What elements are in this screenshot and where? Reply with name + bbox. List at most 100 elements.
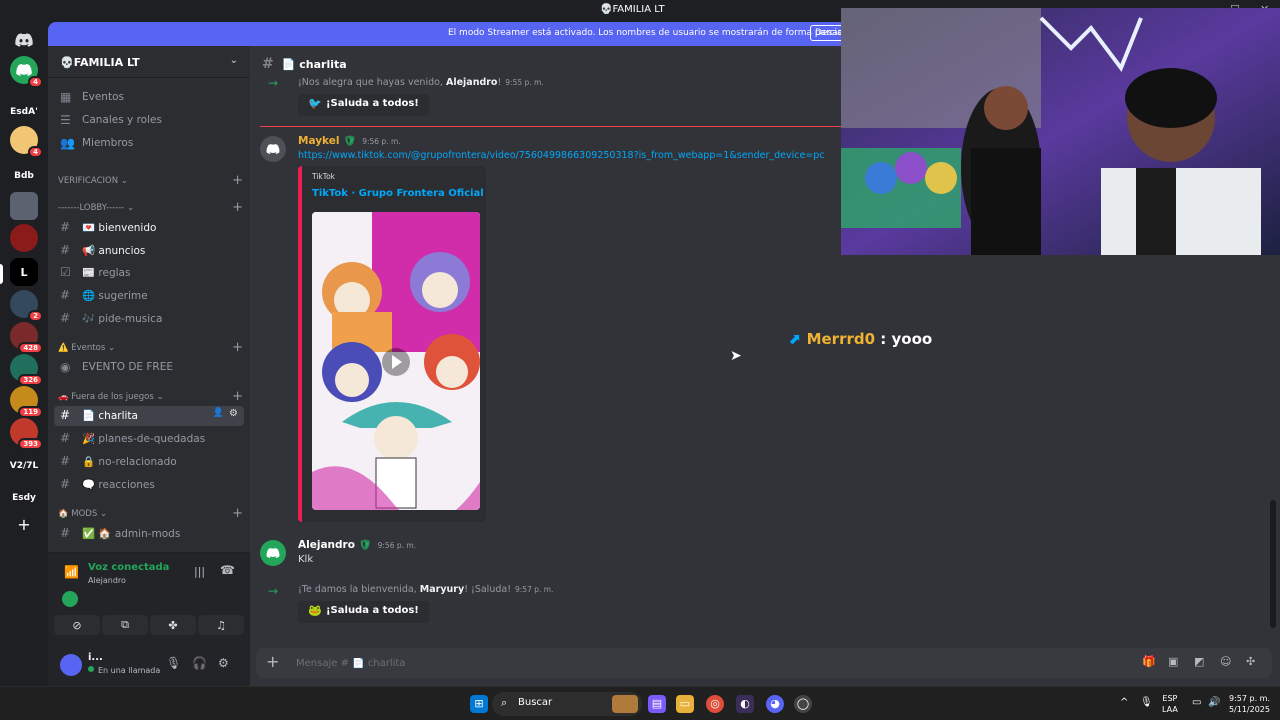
sticker-icon[interactable]: ◩ bbox=[1194, 655, 1204, 668]
server-icon[interactable]: 393 bbox=[10, 418, 43, 450]
channel-reacciones[interactable]: # 🗨️ reacciones bbox=[54, 475, 244, 495]
wave-button[interactable]: 🐸 ¡Saluda a todos! bbox=[298, 601, 429, 623]
settings-icon[interactable]: ⚙ bbox=[229, 408, 238, 419]
server-icon[interactable]: 4 bbox=[10, 126, 43, 158]
add-channel-icon[interactable]: + bbox=[232, 200, 243, 215]
noise-suppression-icon[interactable]: ||| bbox=[194, 565, 205, 578]
message-author[interactable]: Maykel 🛡 9:56 p. m. bbox=[298, 135, 401, 147]
attach-plus-icon[interactable]: + bbox=[266, 652, 279, 671]
mic-icon[interactable]: 🎙 bbox=[166, 656, 181, 670]
selected-server-pill bbox=[0, 264, 3, 284]
unread-badge: 428 bbox=[18, 342, 43, 354]
camera-button[interactable]: ⊘ bbox=[54, 615, 100, 635]
add-channel-icon[interactable]: + bbox=[232, 389, 243, 404]
voice-panel: 📶 Voz conectada Alejandro ||| ☎ ⊘ ⧉ ✤ ♫ bbox=[48, 552, 250, 646]
username-link[interactable]: Maryury bbox=[420, 584, 464, 595]
soundboard-button[interactable]: ♫ bbox=[198, 615, 244, 635]
message-author[interactable]: Alejandro 🛡 9:56 p. m. bbox=[298, 539, 416, 551]
activities-button[interactable]: ✤ bbox=[150, 615, 196, 635]
sidebar-item-channels-roles[interactable]: ☰ Canales y roles bbox=[54, 111, 244, 131]
server-header[interactable]: 💀FAMILIA LT ⌄ bbox=[48, 46, 250, 78]
chrome-icon[interactable]: ◎ bbox=[706, 695, 724, 713]
store-icon[interactable]: ▤ bbox=[648, 695, 666, 713]
server-label[interactable]: Bdb bbox=[4, 162, 44, 190]
invite-icon[interactable]: 👤 bbox=[213, 408, 224, 418]
channel-no-relacionado[interactable]: # 🔒 no-relacionado bbox=[54, 452, 244, 472]
shield-icon: 🛡 bbox=[358, 540, 372, 551]
unread-badge: 393 bbox=[18, 438, 43, 450]
message-link[interactable]: https://www.tiktok.com/@grupofrontera/vi… bbox=[298, 150, 825, 161]
channel-planes-de-quedadas[interactable]: # 🎉 planes-de-quedadas bbox=[54, 429, 244, 449]
embed-title[interactable]: TikTok · Grupo Frontera Oficial bbox=[312, 188, 484, 199]
category-fuera-de-los-juegos[interactable]: 🚗 Fuera de los juegos ⌄ + bbox=[58, 389, 243, 404]
channel-anuncios[interactable]: # 📢 anuncios bbox=[54, 241, 244, 261]
add-channel-icon[interactable]: + bbox=[232, 506, 243, 521]
mic-tray-icon[interactable]: 🎙 bbox=[1140, 697, 1153, 708]
avatar[interactable] bbox=[260, 540, 286, 566]
chevron-up-icon[interactable]: ^ bbox=[1120, 697, 1128, 708]
category-lobby[interactable]: -------LOBBY------ ⌄ + bbox=[58, 200, 243, 215]
file-explorer-icon[interactable]: ▭ bbox=[676, 695, 694, 713]
server-icon[interactable] bbox=[10, 224, 38, 252]
streamer-mode-banner: El modo Streamer está activado. Los nomb… bbox=[48, 22, 848, 46]
emoji-icon[interactable]: ☺ bbox=[1220, 655, 1231, 668]
wave-button[interactable]: 🐦 ¡Saluda a todos! bbox=[298, 94, 429, 116]
gift-icon[interactable]: 🎁 bbox=[1142, 655, 1156, 668]
server-icon[interactable] bbox=[10, 192, 38, 220]
embed-thumbnail[interactable] bbox=[312, 212, 480, 510]
server-icon[interactable]: 4 bbox=[10, 56, 43, 88]
server-icon[interactable]: 119 bbox=[10, 386, 43, 418]
sidebar-item-members[interactable]: 👥 Miembros bbox=[54, 134, 244, 154]
category-verificacion[interactable]: VERIFICACION ⌄ + bbox=[58, 173, 243, 188]
headphones-icon[interactable]: 🎧 bbox=[192, 656, 207, 670]
start-icon[interactable]: ⊞ bbox=[470, 695, 488, 713]
server-icon[interactable]: L bbox=[10, 258, 38, 286]
server-icon[interactable]: 326 bbox=[10, 354, 43, 386]
add-channel-icon[interactable]: + bbox=[232, 173, 243, 188]
channel-pide-musica[interactable]: # 🎶 pide-musica bbox=[54, 309, 244, 329]
add-channel-icon[interactable]: + bbox=[232, 340, 243, 355]
window-title: 💀FAMILIA LT bbox=[600, 4, 665, 15]
add-server-icon[interactable]: + bbox=[10, 510, 38, 538]
system-message: ¡Te damos la bienvenida, Maryury! ¡Salud… bbox=[298, 584, 554, 595]
network-icon[interactable]: ▭ bbox=[1192, 697, 1201, 708]
server-label[interactable]: Esdy bbox=[4, 484, 44, 512]
unread-badge: 4 bbox=[28, 76, 43, 88]
obs-icon[interactable]: ◯ bbox=[794, 695, 812, 713]
pin-icon: ⬈ bbox=[788, 330, 801, 348]
disconnect-icon[interactable]: ☎ bbox=[220, 563, 235, 577]
message-input[interactable] bbox=[296, 654, 1096, 672]
app-icon[interactable]: ◐ bbox=[736, 695, 754, 713]
input-language[interactable]: ESP LAA bbox=[1162, 693, 1178, 715]
channel-bienvenido[interactable]: # 💌 bienvenido bbox=[54, 218, 244, 238]
channel-sugerime[interactable]: # 🌐 sugerime bbox=[54, 286, 244, 306]
avatar[interactable] bbox=[60, 654, 82, 676]
server-label[interactable]: V2/7L bbox=[4, 452, 44, 480]
discord-taskbar-icon[interactable]: ◕ bbox=[766, 695, 784, 713]
channel-charlita[interactable]: # 📄 charlita ⚙ 👤 bbox=[54, 406, 244, 426]
unread-badge: 326 bbox=[18, 374, 43, 386]
sidebar-item-events[interactable]: ▦ Eventos bbox=[54, 88, 244, 108]
channel-evento-de-free[interactable]: ◉ EVENTO DE FREE bbox=[54, 358, 244, 378]
screenshare-button[interactable]: ⧉ bbox=[102, 615, 148, 635]
server-icon[interactable]: 428 bbox=[10, 322, 43, 354]
gif-icon[interactable]: ▣ bbox=[1168, 655, 1178, 668]
channel-reglas[interactable]: ☑ 📰 reglas bbox=[54, 263, 244, 283]
category-eventos[interactable]: ⚠️ Eventos ⌄ + bbox=[58, 340, 243, 355]
volume-icon[interactable]: 🔊 bbox=[1208, 697, 1220, 708]
gear-icon[interactable]: ⚙ bbox=[218, 656, 229, 670]
channel-admin-mods[interactable]: # ✅ 🏠 admin-mods bbox=[54, 524, 244, 544]
server-name: 💀FAMILIA LT bbox=[60, 56, 140, 69]
server-icon[interactable]: 2 bbox=[10, 290, 43, 322]
clock[interactable]: 9:57 p. m. 5/11/2025 bbox=[1226, 693, 1270, 715]
activity-icon[interactable] bbox=[62, 591, 78, 607]
category-mods[interactable]: 🏠 MODS ⌄ + bbox=[58, 506, 243, 521]
username-link[interactable]: Alejandro bbox=[446, 77, 498, 88]
chat-scrollbar[interactable] bbox=[1270, 500, 1276, 628]
discord-home-icon[interactable] bbox=[10, 26, 38, 54]
rules-icon: ☑ bbox=[60, 265, 71, 279]
windows-taskbar: ⊞ ⌕ Buscar ▤ ▭ ◎ ◐ ◕ ◯ ^ 🎙 ESP LAA ▭ 🔊 9:5… bbox=[0, 686, 1280, 720]
avatar[interactable] bbox=[260, 136, 286, 162]
apps-icon[interactable]: ✣ bbox=[1246, 655, 1255, 668]
server-label[interactable]: EsdA' bbox=[4, 98, 44, 126]
